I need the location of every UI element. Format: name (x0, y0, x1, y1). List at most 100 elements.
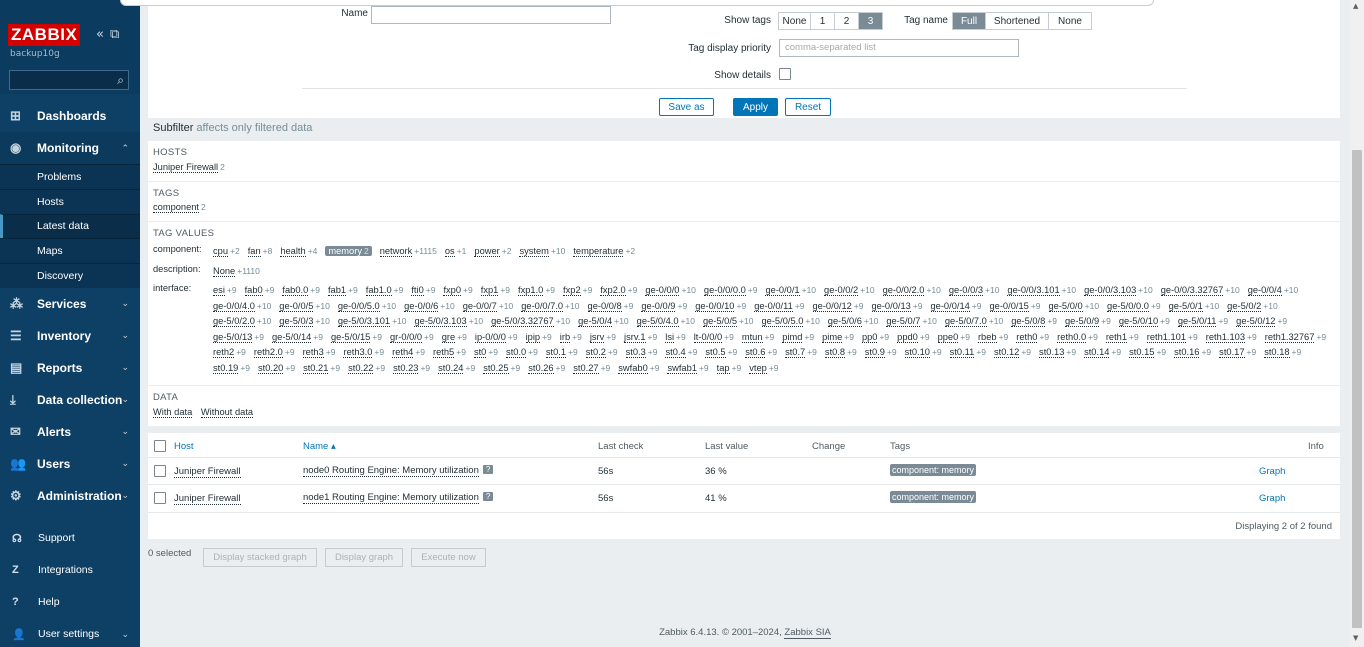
tag-value-link[interactable]: ge-0/0/3.101 (1007, 285, 1060, 296)
host-link[interactable]: Juniper Firewall (174, 493, 241, 505)
tag-value-link[interactable]: ge-5/0/7 (886, 316, 921, 327)
menu-inventory[interactable]: ☰ Inventory ⌄ (0, 320, 140, 352)
tag-value-link[interactable]: ge-5/0/2 (1227, 300, 1262, 312)
show-details-checkbox[interactable] (779, 68, 791, 80)
row-host[interactable]: Juniper Firewall (174, 493, 241, 505)
tag-value-link[interactable]: st0.3 (625, 347, 646, 358)
tag-value-link[interactable]: ipip (525, 331, 541, 343)
tag-value-link[interactable]: ip-0/0/0 (474, 331, 506, 343)
tag-value-link[interactable]: reth1 (1105, 331, 1128, 343)
tag-value-link[interactable]: ge-0/0/8 (587, 300, 622, 312)
tag-value-link[interactable]: st0 (473, 347, 487, 358)
row-item-name[interactable]: node0 Routing Engine: Memory utilization… (303, 465, 494, 477)
scroll-up-arrow-icon[interactable]: ▲ (1353, 2, 1358, 10)
tag-value-link[interactable]: ge-5/0/9 (1065, 316, 1100, 327)
tag-value-link[interactable]: ge-0/0/5.0 (337, 300, 380, 312)
tag-value-link[interactable]: st0.23 (393, 362, 419, 374)
tag-value-link[interactable]: st0.22 (348, 362, 374, 374)
menu-support[interactable]: ☊ Support (0, 522, 140, 554)
tag-name-none[interactable]: None (1049, 13, 1091, 29)
tag-value-link[interactable]: ge-5/0/13 (213, 331, 253, 343)
tag-value-link[interactable]: swfab1 (667, 362, 697, 374)
tag-name-selector[interactable]: Full Shortened None (952, 12, 1092, 30)
tag-value-link[interactable]: cpu (213, 246, 228, 257)
tag-value-link[interactable]: power (474, 246, 500, 257)
tag-value-link[interactable]: ppe0 (937, 331, 959, 343)
description-hint-icon[interactable]: ? (482, 465, 494, 474)
show-tags-none[interactable]: None (779, 13, 811, 29)
tag-value-link[interactable]: st0.11 (949, 347, 975, 358)
zabbix-logo[interactable]: ZABBIX (8, 24, 81, 46)
tag-value-link[interactable]: ge-0/0/6 (404, 300, 439, 312)
execute-now-button[interactable]: Execute now (411, 548, 486, 567)
tag-value-link[interactable]: os (444, 246, 455, 257)
tag-name-full[interactable]: Full (953, 13, 986, 29)
tag-value-link[interactable]: ge-5/0/0 (1048, 300, 1083, 312)
tag-value-link[interactable]: ge-0/0/15 (989, 300, 1029, 312)
tag-value-link[interactable]: ge-0/0/4.0 (213, 300, 255, 312)
tag-value-link[interactable]: st0.10 (904, 347, 930, 358)
tag-value-link[interactable]: st0.18 (1264, 347, 1290, 358)
collapse-sidebar-icon[interactable]: « (96, 27, 110, 42)
tag-value-link[interactable]: st0.24 (438, 362, 464, 374)
row-host[interactable]: Juniper Firewall (174, 466, 241, 478)
tag-value-link[interactable]: pp0 (861, 331, 878, 343)
name-input[interactable] (371, 6, 611, 24)
tag-value-link[interactable]: pimd (782, 331, 803, 343)
tag-value-link[interactable]: jsrv (589, 331, 605, 343)
row-item-name[interactable]: node1 Routing Engine: Memory utilization… (303, 492, 494, 504)
tag-value-link[interactable]: fab0 (244, 285, 263, 296)
show-tags-3[interactable]: 3 (859, 13, 882, 29)
tag-value-link[interactable]: fab1.0 (365, 285, 392, 296)
row-checkbox[interactable] (154, 465, 166, 477)
tag-value-link[interactable]: st0.8 (824, 347, 846, 358)
menu-services[interactable]: ⁂ Services ⌄ (0, 288, 140, 320)
save-as-button[interactable]: Save as (659, 98, 714, 116)
tag-value-link[interactable]: reth3 (302, 347, 324, 358)
tag-value-link[interactable]: fan (247, 246, 261, 257)
display-graph-button[interactable]: Display graph (325, 548, 403, 567)
tag-value-link[interactable]: None (213, 266, 236, 277)
tag-value-link[interactable]: st0.12 (994, 347, 1020, 358)
tag-value-link[interactable]: ge-0/0/3.103 (1084, 285, 1137, 296)
column-name[interactable]: Name ▴ (303, 441, 336, 452)
column-host[interactable]: Host (174, 441, 194, 452)
tag-value-link[interactable]: ge-5/0/7.0 (944, 316, 987, 327)
submenu-hosts[interactable]: Hosts (0, 188, 140, 214)
tag-badge[interactable]: component: memory (890, 491, 977, 503)
tag-value-link[interactable]: ge-5/0/3.101 (337, 316, 391, 327)
tag-value-link[interactable]: ge-0/0/11 (754, 300, 793, 312)
tag-priority-input[interactable]: comma-separated list (779, 39, 1019, 57)
tag-value-link[interactable]: network (379, 246, 413, 257)
item-name-link[interactable]: node1 Routing Engine: Memory utilization (303, 492, 479, 504)
tag-value-link[interactable]: ge-5/0/14 (272, 331, 312, 343)
tag-value-link[interactable]: st0.25 (483, 362, 509, 374)
tag-value-link[interactable]: ge-5/0/5.0 (761, 316, 804, 327)
menu-data-collection[interactable]: ⤓ Data collection ⌄ (0, 384, 140, 416)
subfilter-tag-link[interactable]: component (153, 202, 199, 213)
tag-value-link[interactable]: jsrv.1 (624, 331, 646, 343)
tag-value-link[interactable]: gre (441, 331, 456, 343)
menu-alerts[interactable]: ✉ Alerts ⌄ (0, 416, 140, 448)
reset-button[interactable]: Reset (785, 98, 831, 116)
menu-help[interactable]: ? Help (0, 586, 140, 618)
tag-value-link[interactable]: ge-0/0/14 (930, 300, 970, 312)
tag-value-link[interactable]: st0.1 (545, 347, 567, 358)
tag-value-link[interactable]: st0.19 (213, 362, 239, 374)
tag-value-link[interactable]: esi (213, 285, 225, 296)
tag-value-link[interactable]: ge-0/0/7 (462, 300, 497, 312)
scroll-thumb[interactable] (1352, 150, 1362, 628)
submenu-discovery[interactable]: Discovery (0, 263, 140, 288)
tag-value-link[interactable]: st0.7 (785, 347, 806, 358)
item-name-link[interactable]: node0 Routing Engine: Memory utilization (303, 465, 479, 477)
tag-value-link[interactable]: ge-5/0/11 (1177, 316, 1217, 327)
tag-value-link[interactable]: reth1.103 (1205, 331, 1246, 343)
tag-value-link[interactable]: fab0.0 (282, 285, 309, 296)
tag-value-link[interactable]: st0.14 (1084, 347, 1110, 358)
tag-value-link[interactable]: memory 2 (325, 246, 372, 256)
tag-value-link[interactable]: gr-0/0/0 (390, 331, 423, 343)
tag-value-link[interactable]: reth5 (433, 347, 455, 358)
tag-value-link[interactable]: st0.20 (258, 362, 284, 374)
tag-value-link[interactable]: health (280, 246, 306, 257)
tag-value-link[interactable]: mtun (741, 331, 763, 343)
